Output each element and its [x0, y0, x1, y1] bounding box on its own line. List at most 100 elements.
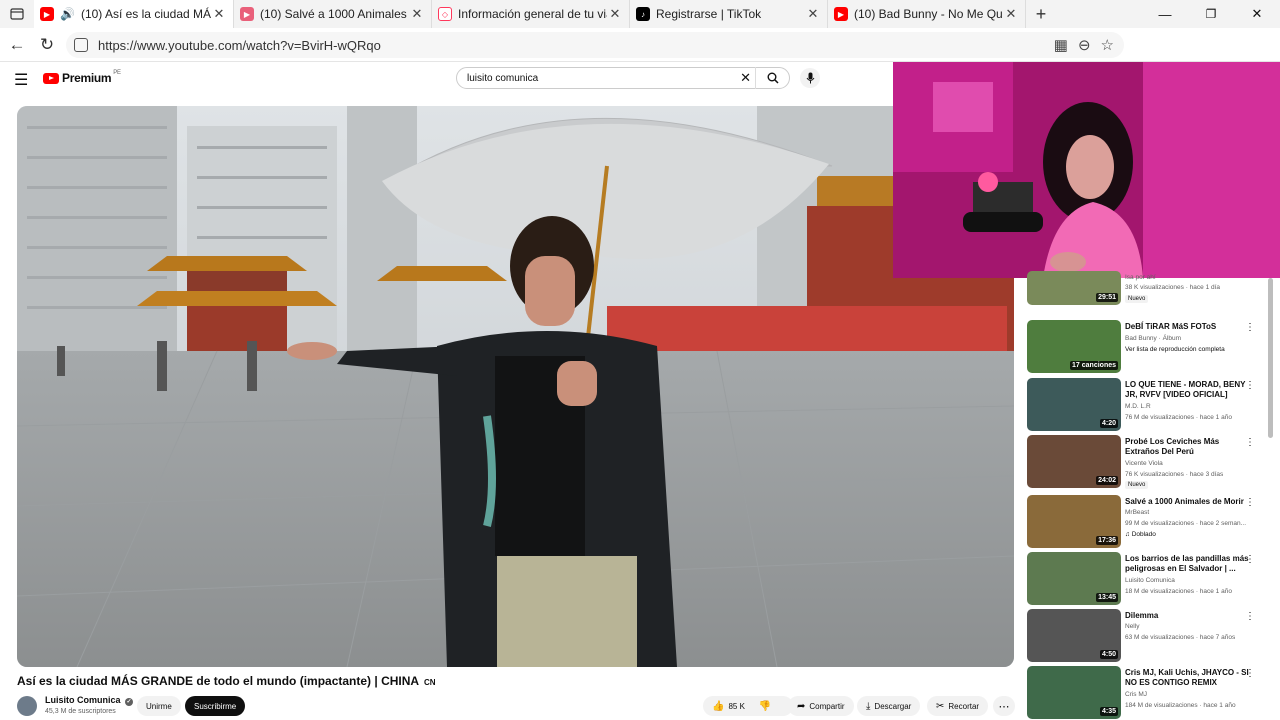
apps-icon[interactable]: ▦	[1054, 36, 1068, 54]
browser-tab[interactable]: ♪ Registrarse | TikTok ✕	[630, 0, 828, 28]
tiktok-icon: ♪	[636, 7, 650, 21]
menu-icon[interactable]: ☰	[14, 70, 28, 90]
new-tab-button[interactable]: +	[1026, 4, 1056, 25]
video-meta: 99 M de visualizaciones · hace 2 seman..…	[1125, 520, 1247, 527]
video-thumbnail[interactable]: 4:20	[1027, 378, 1121, 431]
site-info-icon[interactable]	[74, 38, 88, 52]
minimize-icon[interactable]: —	[1142, 7, 1188, 22]
video-channel[interactable]: M.D. L.R	[1125, 403, 1151, 410]
browser-tab[interactable]: ◇ Información general de tu viaje - ✕	[432, 0, 630, 28]
list-item[interactable]: 4:50 Dilemma Nelly 63 M de visualizacion…	[1027, 609, 1267, 663]
list-item[interactable]: 24:02 Probé Los Ceviches Más Extraños De…	[1027, 435, 1267, 489]
video-thumbnail[interactable]: 17:36	[1027, 495, 1121, 548]
video-meta: 76 M de visualizaciones · hace 1 año	[1125, 414, 1232, 421]
channel-avatar[interactable]	[17, 696, 37, 716]
search-input[interactable]: luisito comunica ✕	[456, 67, 790, 89]
video-title[interactable]: Salvé a 1000 Animales de Morir	[1125, 497, 1253, 507]
join-button[interactable]: Unirme	[137, 696, 181, 716]
search-button[interactable]	[755, 67, 789, 89]
youtube-icon: ▶	[40, 7, 54, 21]
tab-title: (10) Bad Bunny - No Me Quiero C	[854, 7, 1003, 21]
channel-name[interactable]: Luisito Comunica ✓	[45, 695, 134, 706]
tab-title: (10) Salvé a 1000 Animales de Mo	[260, 7, 409, 21]
like-button[interactable]: 👍 85 K	[712, 701, 745, 712]
more-options-icon[interactable]: ⋮	[1245, 380, 1255, 391]
channel-name-text: Luisito Comunica	[45, 695, 121, 705]
video-title[interactable]: Dilemma	[1125, 611, 1253, 621]
video-channel[interactable]: Nelly	[1125, 623, 1139, 630]
more-options-icon[interactable]: ⋮	[1245, 554, 1255, 565]
video-channel[interactable]: Luisito Comunica	[1125, 577, 1175, 584]
video-channel[interactable]: Vicente Viola	[1125, 460, 1163, 467]
list-item[interactable]: 4:35 Cris MJ, Kali Uchis, JHAYCO - SI NO…	[1027, 666, 1267, 720]
list-item[interactable]: 17:36 Salvé a 1000 Animales de Morir MrB…	[1027, 495, 1267, 549]
close-tab-icon[interactable]: ✕	[409, 6, 425, 22]
video-channel[interactable]: Cris MJ	[1125, 691, 1147, 698]
close-tab-icon[interactable]: ✕	[1003, 6, 1019, 22]
video-duration: 17:36	[1096, 536, 1118, 545]
share-button[interactable]: ➦ Compartir	[788, 696, 854, 716]
close-tab-icon[interactable]: ✕	[211, 6, 227, 22]
close-tab-icon[interactable]: ✕	[607, 6, 623, 22]
video-thumbnail[interactable]: 4:35	[1027, 666, 1121, 719]
video-meta: 38 K visualizaciones · hace 1 día	[1125, 284, 1221, 291]
clip-button[interactable]: ✂ Recortar	[927, 696, 989, 716]
video-title[interactable]: Los barrios de las pandillas más peligro…	[1125, 554, 1253, 574]
video-title[interactable]: LO QUE TIENE - MORAD, BENY JR, RVFV [VID…	[1125, 380, 1253, 400]
more-options-icon[interactable]: ⋮	[1245, 668, 1255, 679]
video-title[interactable]: DeBÍ TiRAR MáS FOToS	[1125, 322, 1253, 332]
browser-tab[interactable]: ▶ 🔊 (10) Así es la ciudad MÁS GR ✕	[34, 0, 234, 28]
more-options-icon[interactable]: ⋮	[1245, 322, 1255, 333]
dubbed-badge: ♫ Doblado	[1125, 531, 1156, 538]
video-duration: 4:50	[1099, 650, 1118, 659]
tab-actions-icon[interactable]	[0, 0, 34, 28]
video-channel[interactable]: Isa por ahí	[1125, 274, 1156, 281]
share-label: Compartir	[809, 701, 845, 711]
more-options-icon[interactable]: ⋮	[1245, 437, 1255, 448]
back-icon[interactable]: ←	[2, 30, 32, 60]
video-duration: 24:02	[1096, 476, 1118, 485]
webcam-image	[893, 62, 1280, 278]
video-title[interactable]: Cris MJ, Kali Uchis, JHAYCO - SI NO ES C…	[1125, 668, 1253, 688]
browser-tab[interactable]: ▶ (10) Bad Bunny - No Me Quiero C ✕	[828, 0, 1026, 28]
video-meta[interactable]: Ver lista de reproducción completa	[1125, 346, 1225, 353]
thumbs-down-icon: 👎	[758, 700, 772, 712]
speaker-icon[interactable]: 🔊	[60, 7, 75, 21]
favorite-star-icon[interactable]: ☆	[1101, 36, 1114, 54]
video-thumbnail[interactable]: 4:50	[1027, 609, 1121, 662]
video-thumbnail[interactable]: 17 canciones	[1027, 320, 1121, 373]
voice-search-button[interactable]	[800, 68, 820, 88]
tab-title: Información general de tu viaje -	[458, 7, 607, 21]
download-button[interactable]: ⤓ Descargar	[857, 696, 921, 716]
scissors-icon: ✂	[936, 700, 945, 712]
list-item[interactable]: 17 canciones DeBÍ TiRAR MáS FOToS Bad Bu…	[1027, 320, 1267, 374]
clip-label: Recortar	[948, 701, 980, 711]
youtube-logo[interactable]: Premium PE	[43, 70, 121, 85]
video-duration: 13:45	[1096, 593, 1118, 602]
url-field[interactable]: https://www.youtube.com/watch?v=BvirH-wQ…	[66, 32, 1124, 58]
list-item[interactable]: 4:20 LO QUE TIENE - MORAD, BENY JR, RVFV…	[1027, 378, 1267, 432]
video-thumbnail[interactable]: 13:45	[1027, 552, 1121, 605]
more-options-icon[interactable]: ⋮	[1245, 497, 1255, 508]
clear-search-icon[interactable]: ✕	[740, 70, 751, 86]
video-thumbnail[interactable]: 24:02	[1027, 435, 1121, 488]
close-tab-icon[interactable]: ✕	[805, 6, 821, 22]
list-item[interactable]: 29:51 Isa por ahí 38 K visualizaciones ·…	[1027, 271, 1267, 313]
subscribe-button[interactable]: Suscribirme	[185, 696, 246, 716]
list-item[interactable]: 13:45 Los barrios de las pandillas más p…	[1027, 552, 1267, 606]
reload-icon[interactable]: ↻	[32, 30, 62, 60]
youtube-play-icon	[43, 72, 59, 84]
video-title[interactable]: Probé Los Ceviches Más Extraños Del Perú	[1125, 437, 1253, 457]
video-player[interactable]	[17, 106, 1014, 667]
video-channel[interactable]: MrBeast	[1125, 509, 1149, 516]
more-options-icon[interactable]: ⋮	[1245, 611, 1255, 622]
more-actions-button[interactable]: ⋯	[993, 696, 1015, 716]
video-channel[interactable]: Bad Bunny · Álbum	[1125, 335, 1181, 342]
sidebar-scrollbar[interactable]	[1268, 278, 1273, 438]
dislike-button[interactable]: 👎	[759, 701, 771, 712]
browser-tab[interactable]: ▶ (10) Salvé a 1000 Animales de Mo ✕	[234, 0, 432, 28]
video-thumbnail[interactable]: 29:51	[1027, 271, 1121, 305]
zoom-icon[interactable]: ⊖	[1078, 36, 1091, 54]
close-window-icon[interactable]: ✕	[1234, 6, 1280, 22]
maximize-icon[interactable]: ❐	[1188, 7, 1234, 21]
